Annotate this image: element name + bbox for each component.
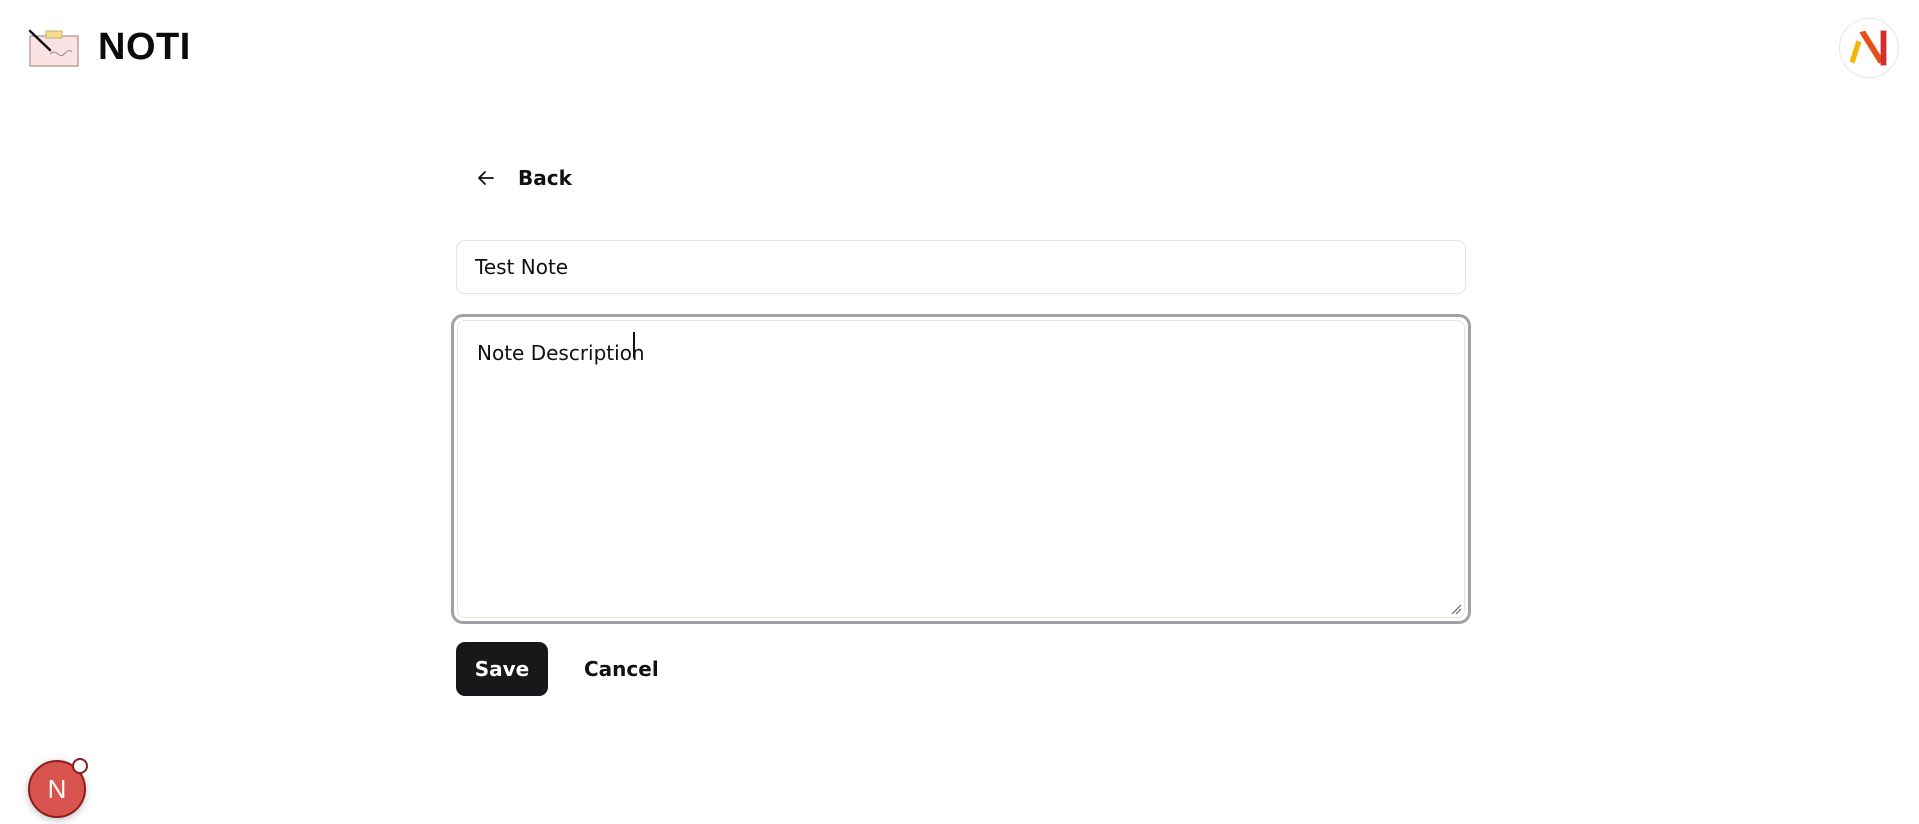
- user-avatar-logo-icon: [1849, 30, 1887, 66]
- brand-home-link[interactable]: NOTI: [28, 26, 191, 69]
- dev-tools-badge[interactable]: N: [28, 758, 88, 818]
- user-avatar[interactable]: [1839, 18, 1899, 78]
- note-description-input[interactable]: Note Description: [457, 320, 1465, 618]
- notification-dot-icon: [72, 758, 88, 774]
- arrow-left-icon: [478, 171, 494, 185]
- form-actions: Save Cancel: [456, 642, 677, 696]
- note-editor: Back Note Description Save Cancel: [451, 160, 1471, 696]
- text-caret: [633, 332, 635, 358]
- save-button[interactable]: Save: [456, 642, 548, 696]
- back-button[interactable]: Back: [456, 160, 592, 196]
- back-label: Back: [518, 166, 572, 190]
- top-header: NOTI: [0, 0, 1919, 100]
- brand-name: NOTI: [98, 26, 191, 68]
- cancel-button[interactable]: Cancel: [566, 642, 677, 696]
- resize-handle-icon[interactable]: [1450, 603, 1462, 615]
- note-title-input[interactable]: [456, 240, 1466, 294]
- dev-badge-letter: N: [47, 773, 67, 804]
- app-root: NOTI Back Note Description: [0, 0, 1919, 824]
- description-focus-ring: Note Description: [451, 314, 1471, 624]
- notepad-pen-icon: [28, 29, 79, 66]
